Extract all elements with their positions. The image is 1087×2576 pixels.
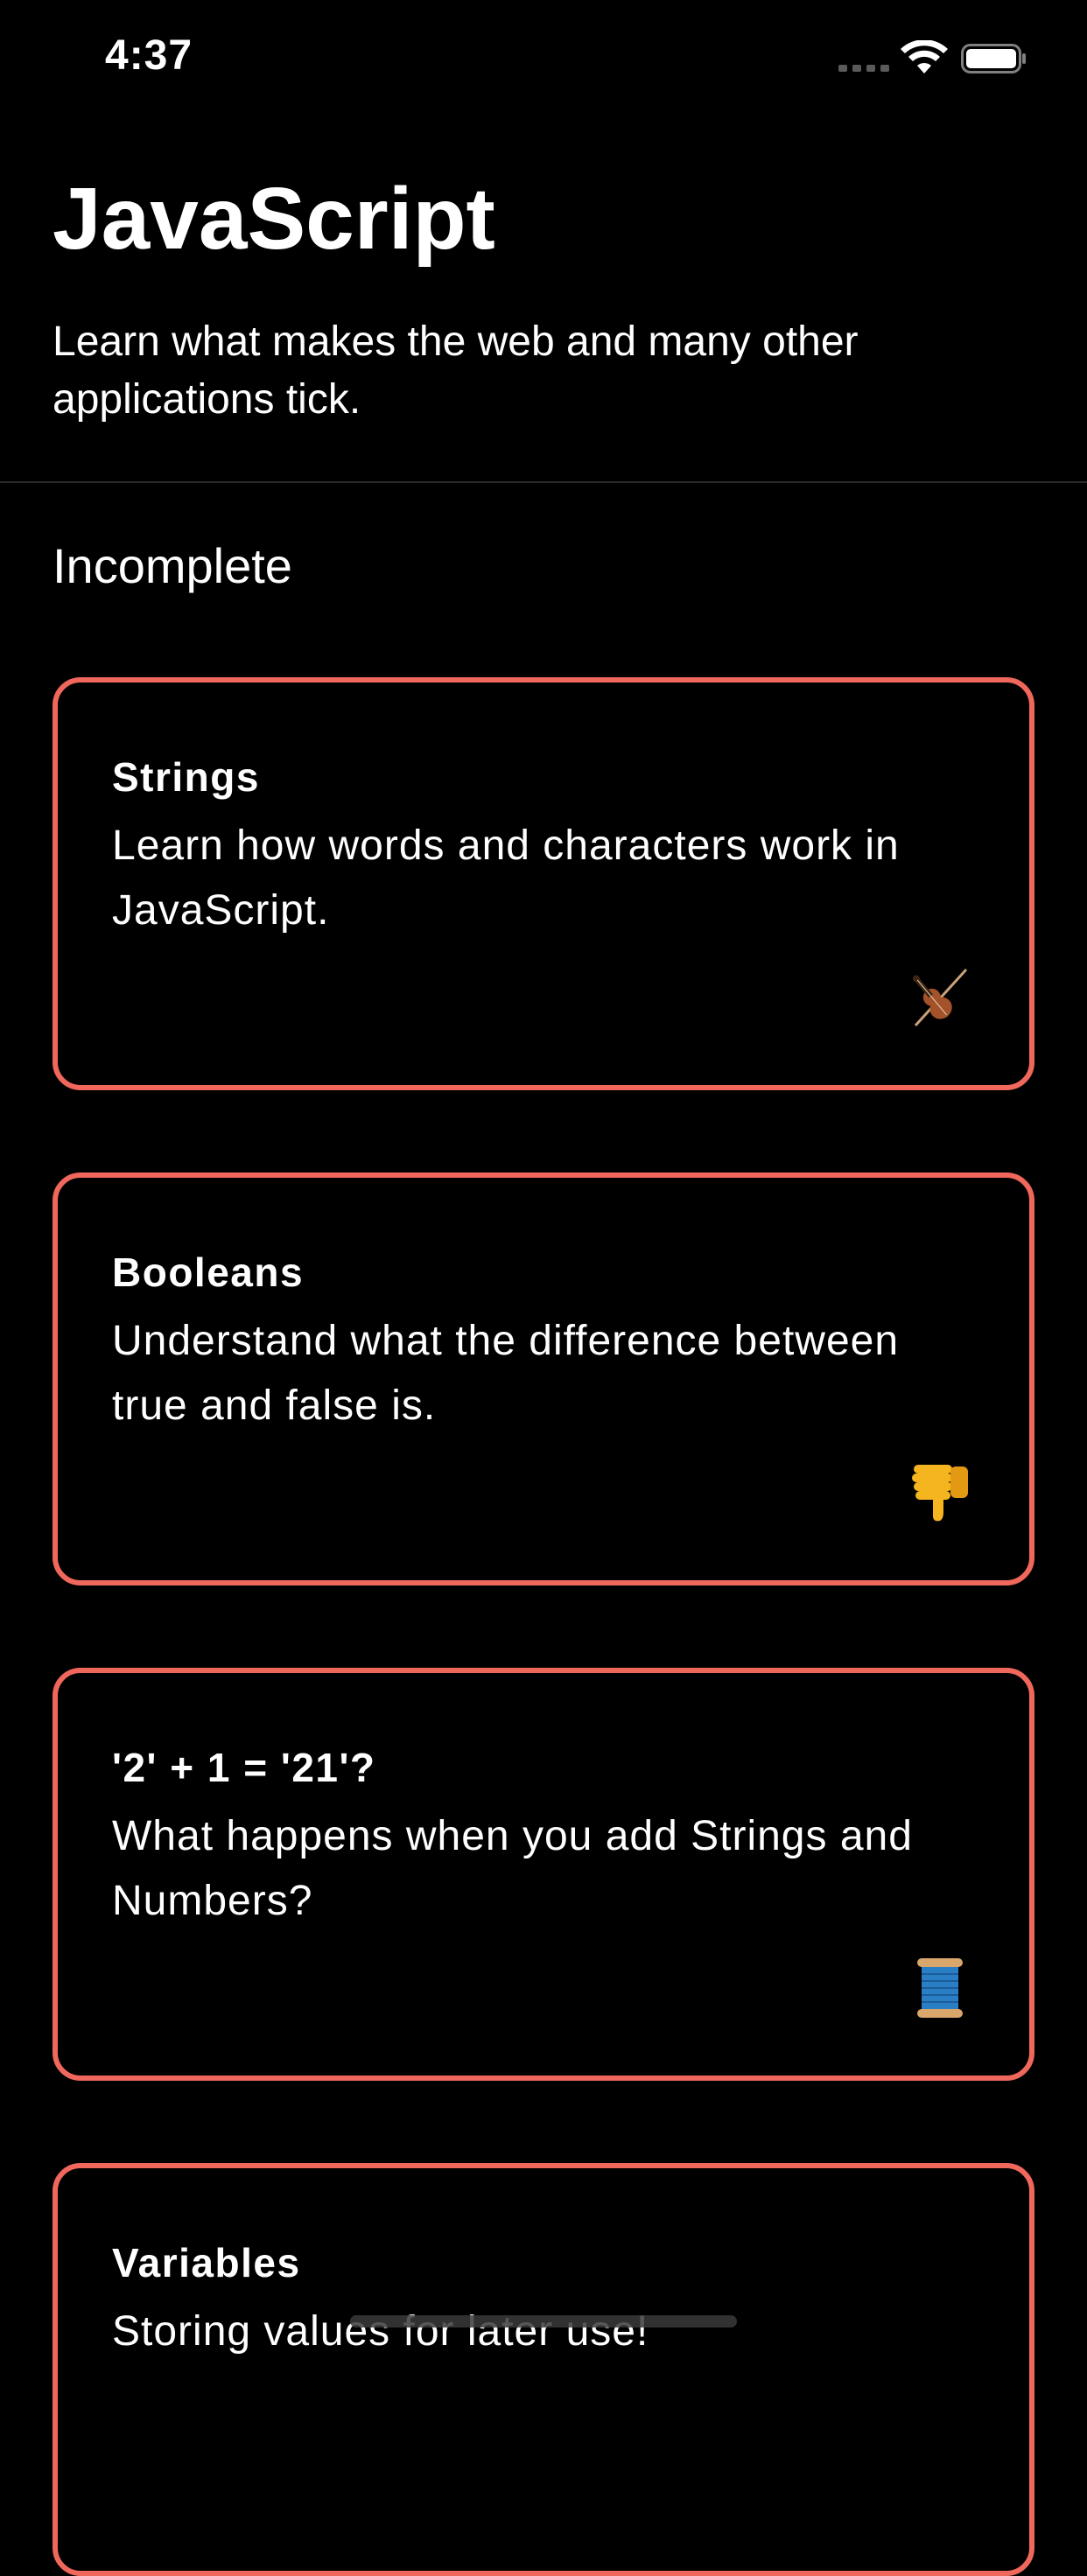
- thumbs-down-icon: [912, 1465, 968, 1522]
- lesson-card-string-number-addition[interactable]: '2' + 1 = '21'? What happens when you ad…: [53, 1668, 1034, 2081]
- status-bar: 4:37: [0, 0, 1087, 116]
- status-time: 4:37: [105, 32, 193, 79]
- lesson-card-booleans[interactable]: Booleans Understand what the difference …: [53, 1172, 1034, 1586]
- lesson-description: Understand what the difference between t…: [112, 1318, 900, 1429]
- cellular-signal-icon: [838, 65, 889, 72]
- home-indicator[interactable]: [350, 2315, 737, 2328]
- page-title: JavaScript: [53, 170, 495, 268]
- lesson-description: Learn how words and characters work in J…: [112, 822, 900, 934]
- wifi-icon: [901, 40, 948, 74]
- page-subtitle: Learn what makes the web and many other …: [53, 318, 859, 423]
- lesson-title: Strings: [112, 754, 260, 800]
- spool-of-thread-icon: [917, 1958, 963, 2018]
- section-heading-incomplete: Incomplete: [53, 538, 292, 593]
- lesson-title: Variables: [112, 2240, 301, 2286]
- lesson-title: '2' + 1 = '21'?: [112, 1745, 376, 1790]
- lesson-card-strings[interactable]: Strings Learn how words and characters w…: [53, 677, 1034, 1090]
- header-divider: [0, 481, 1087, 483]
- lesson-card-variables[interactable]: Variables Storing values for later use!: [53, 2163, 1034, 2576]
- lesson-description: What happens when you add Strings and Nu…: [112, 1813, 913, 1924]
- violin-icon: [912, 968, 968, 1027]
- lesson-title: Booleans: [112, 1250, 305, 1295]
- battery-icon: [961, 44, 1026, 74]
- lesson-description: Storing values for later use!: [112, 2308, 649, 2355]
